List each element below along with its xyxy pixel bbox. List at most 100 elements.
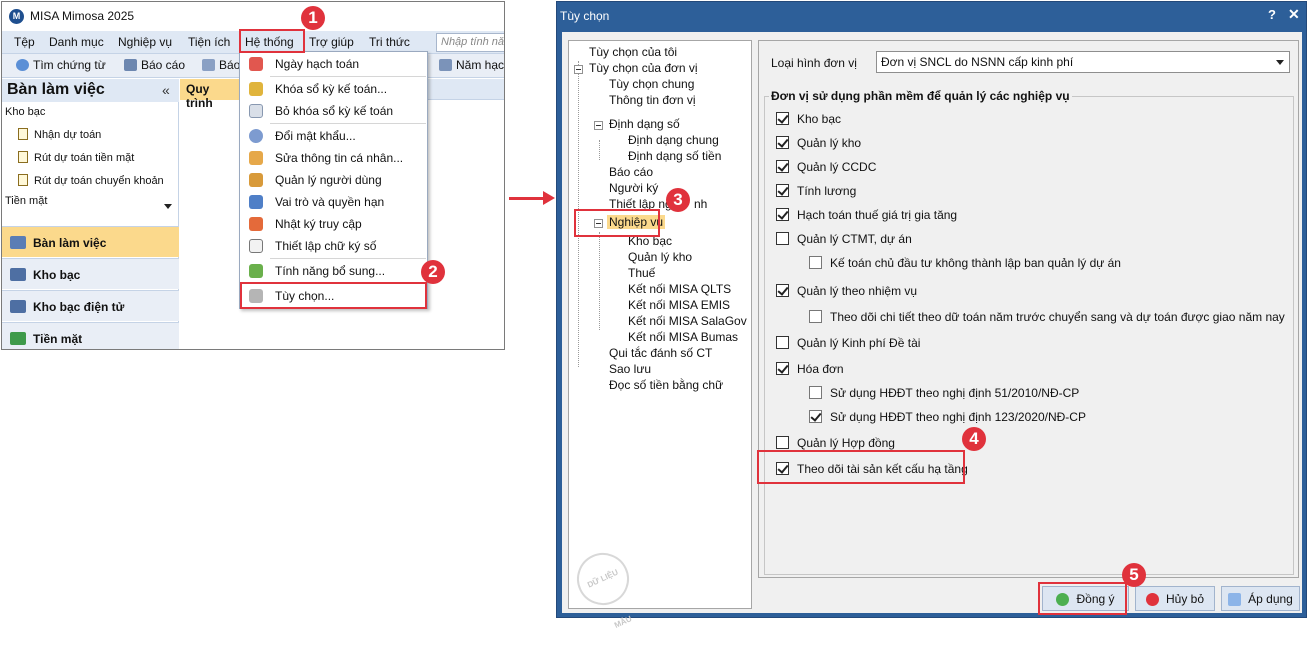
option-ctmt-du-an[interactable]: Quản lý CTMT, dự án [776, 232, 912, 246]
option-theo-doi-chi-tiet[interactable]: Theo dõi chi tiết theo dữ toán năm trước… [809, 310, 1285, 324]
menu-bo-khoa-so[interactable]: Bỏ khóa sổ kỳ kế toán [240, 100, 427, 122]
menu-item-label: Ngày hạch toán [275, 57, 360, 71]
tree-item-ket-noi-emis[interactable]: Kết nối MISA EMIS [628, 298, 730, 312]
tree-item-tuy-chon-cua-toi[interactable]: Tùy chọn của tôi [589, 45, 677, 59]
nav-kho-bac[interactable]: Kho bạc [2, 258, 179, 289]
menu-tri-thuc[interactable]: Tri thức [369, 35, 410, 49]
apply-check-icon [1228, 593, 1242, 606]
report2-label: Báo [219, 58, 241, 72]
flow-arrow-line [509, 197, 545, 200]
nav-tien-mat[interactable]: Tiền mặt [2, 322, 179, 349]
tree-item-thong-tin-don-vi[interactable]: Thông tin đơn vị [609, 93, 696, 107]
tree-item-dinh-dang-so-tien[interactable]: Định dạng số tiền [628, 149, 721, 163]
step-badge-4: 4 [962, 427, 986, 451]
option-theo-nhiem-vu[interactable]: Quản lý theo nhiệm vụ [776, 284, 917, 298]
tree-item-bao-cao[interactable]: Báo cáo [609, 165, 653, 179]
report-button[interactable]: Báo cáo [124, 58, 185, 72]
tab-quy-trinh[interactable]: Quy trình [180, 79, 241, 110]
step-badge-2: 2 [421, 260, 445, 284]
tree-collapse-icon[interactable] [594, 121, 603, 130]
feature-search-input[interactable]: Nhập tính năng [436, 33, 504, 52]
collapse-icon[interactable]: « [162, 82, 170, 98]
menu-danh-muc[interactable]: Danh mục [49, 35, 104, 49]
apply-button[interactable]: Áp dụng [1221, 586, 1300, 611]
tree-item-nguoi-ky[interactable]: Người ký [609, 181, 658, 195]
nav-kho-bac-dien-tu[interactable]: Kho bạc điện tử [2, 290, 179, 321]
sidebar: Bàn làm việc « Kho bạc Nhận dự toán Rút … [2, 79, 179, 349]
menu-quan-ly-nguoi-dung[interactable]: Quản lý người dùng [240, 169, 427, 191]
menu-tro-giup[interactable]: Trợ giúp [309, 35, 354, 49]
fiscal-year-label: Năm hạch [456, 58, 505, 72]
menu-doi-mat-khau[interactable]: Đổi mật khẩu... [240, 125, 427, 147]
tree-item-ket-noi-qlts[interactable]: Kết nối MISA QLTS [628, 282, 731, 296]
option-quan-ly-kho[interactable]: Quản lý kho [776, 136, 861, 150]
checkbox-icon [809, 256, 822, 269]
nav-ban-lam-viec[interactable]: Bàn làm việc [2, 226, 179, 257]
sidebar-header: Bàn làm việc « [2, 79, 179, 102]
menu-tep[interactable]: Tệp [14, 35, 35, 49]
menu-tinh-nang-bo-sung[interactable]: Tính năng bổ sung... [240, 260, 427, 282]
close-icon[interactable]: ✕ [1288, 6, 1300, 23]
option-kho-bac[interactable]: Kho bạc [776, 112, 841, 126]
option-hoa-don[interactable]: Hóa đơn [776, 362, 844, 376]
option-hddt-51[interactable]: Sử dụng HĐĐT theo nghị định 51/2010/NĐ-C… [809, 386, 1079, 400]
checkbox-icon [776, 112, 789, 125]
menu-ngay-hach-toan[interactable]: Ngày hạch toán [240, 53, 427, 75]
tree-item-ket-noi-salagov[interactable]: Kết nối MISA SalaGov [628, 314, 747, 328]
unit-type-select[interactable]: Đơn vị SNCL do NSNN cấp kinh phí [876, 51, 1290, 73]
section-dropdown-icon[interactable] [164, 204, 172, 209]
find-voucher-button[interactable]: Tìm chứng từ [16, 58, 106, 72]
sidebar-link-label: Rút dự toán tiền mặt [34, 152, 135, 164]
cancel-button[interactable]: Hủy bỏ [1135, 586, 1215, 611]
menu-item-label: Bỏ khóa sổ kỳ kế toán [275, 104, 394, 118]
tree-item-doc-so-tien[interactable]: Đọc số tiền bằng chữ [609, 378, 723, 392]
option-chu-dau-tu[interactable]: Kế toán chủ đầu tư không thành lập ban q… [809, 256, 1121, 270]
checkbox-icon [776, 436, 789, 449]
report2-button[interactable]: Báo [202, 58, 240, 72]
menu-nhat-ky[interactable]: Nhật ký truy cập [240, 213, 427, 235]
menu-chu-ky-so[interactable]: Thiết lập chữ ký số [240, 235, 427, 257]
option-hddt-123[interactable]: Sử dụng HĐĐT theo nghị định 123/2020/NĐ-… [809, 410, 1086, 424]
sidebar-link-label: Rút dự toán chuyển khoản [34, 175, 164, 187]
dialog-body: Tùy chọn của tôi Tùy chọn của đơn vị Tùy… [562, 32, 1302, 630]
menu-divider [270, 76, 426, 77]
highlight-nghiep-vu [574, 209, 660, 237]
checkbox-icon [809, 410, 822, 423]
tree-item-qui-tac-danh-so[interactable]: Qui tắc đánh số CT [609, 346, 712, 360]
tree-item-tuy-chon-cua-don-vi[interactable]: Tùy chọn của đơn vị [589, 61, 698, 75]
menu-khoa-so[interactable]: Khóa sổ kỳ kế toán... [240, 78, 427, 100]
option-tinh-luong[interactable]: Tính lương [776, 184, 856, 198]
menu-nghiep-vu[interactable]: Nghiệp vụ [118, 35, 172, 49]
tree-collapse-icon[interactable] [574, 65, 583, 74]
report-label: Báo cáo [141, 58, 186, 72]
unit-type-value: Đơn vị SNCL do NSNN cấp kinh phí [881, 55, 1074, 69]
option-thue-gtgt[interactable]: Hạch toán thuế giá trị gia tăng [776, 208, 957, 222]
calendar-icon [439, 59, 452, 71]
cash-icon [10, 332, 26, 345]
option-hop-dong[interactable]: Quản lý Hợp đồng [776, 436, 895, 450]
menu-tien-ich[interactable]: Tiện ích [188, 35, 230, 49]
checkbox-icon [776, 362, 789, 375]
sidebar-link-rut-du-toan-tien-mat[interactable]: Rút dự toán tiền mặt [18, 151, 134, 164]
menu-sua-thong-tin[interactable]: Sửa thông tin cá nhân... [240, 147, 427, 169]
sidebar-title: Bàn làm việc [7, 81, 105, 98]
fiscal-year-button[interactable]: Năm hạch [439, 58, 505, 72]
tree-item-sao-luu[interactable]: Sao lưu [609, 362, 651, 376]
tree-item-dinh-dang-so[interactable]: Định dạng số [609, 117, 680, 131]
help-icon[interactable]: ? [1268, 7, 1276, 22]
tree-item-dinh-dang-chung[interactable]: Định dạng chung [628, 133, 719, 147]
option-label: Quản lý kho [797, 136, 862, 150]
tree-item-thue[interactable]: Thuế [628, 266, 655, 280]
checkbox-icon [776, 160, 789, 173]
tree-item-ket-noi-bumas[interactable]: Kết nối MISA Bumas [628, 330, 738, 344]
sidebar-link-nhan-du-toan[interactable]: Nhận dự toán [18, 128, 101, 141]
option-label: Sử dụng HĐĐT theo nghị định 123/2020/NĐ-… [830, 410, 1086, 424]
tree-item-tuy-chon-chung[interactable]: Tùy chọn chung [609, 77, 694, 91]
menu-vai-tro[interactable]: Vai trò và quyền hạn [240, 191, 427, 213]
option-kinh-phi-de-tai[interactable]: Quản lý Kinh phí Đề tài [776, 336, 920, 350]
sidebar-link-rut-du-toan-chuyen-khoan[interactable]: Rút dự toán chuyển khoản [18, 174, 164, 187]
report-icon [124, 59, 137, 71]
tree-item-quan-ly-kho[interactable]: Quản lý kho [628, 250, 692, 264]
option-quan-ly-ccdc[interactable]: Quản lý CCDC [776, 160, 876, 174]
options-dialog: Tùy chọn ? ✕ Tùy chọn của tôi Tùy chọn c… [556, 1, 1307, 630]
